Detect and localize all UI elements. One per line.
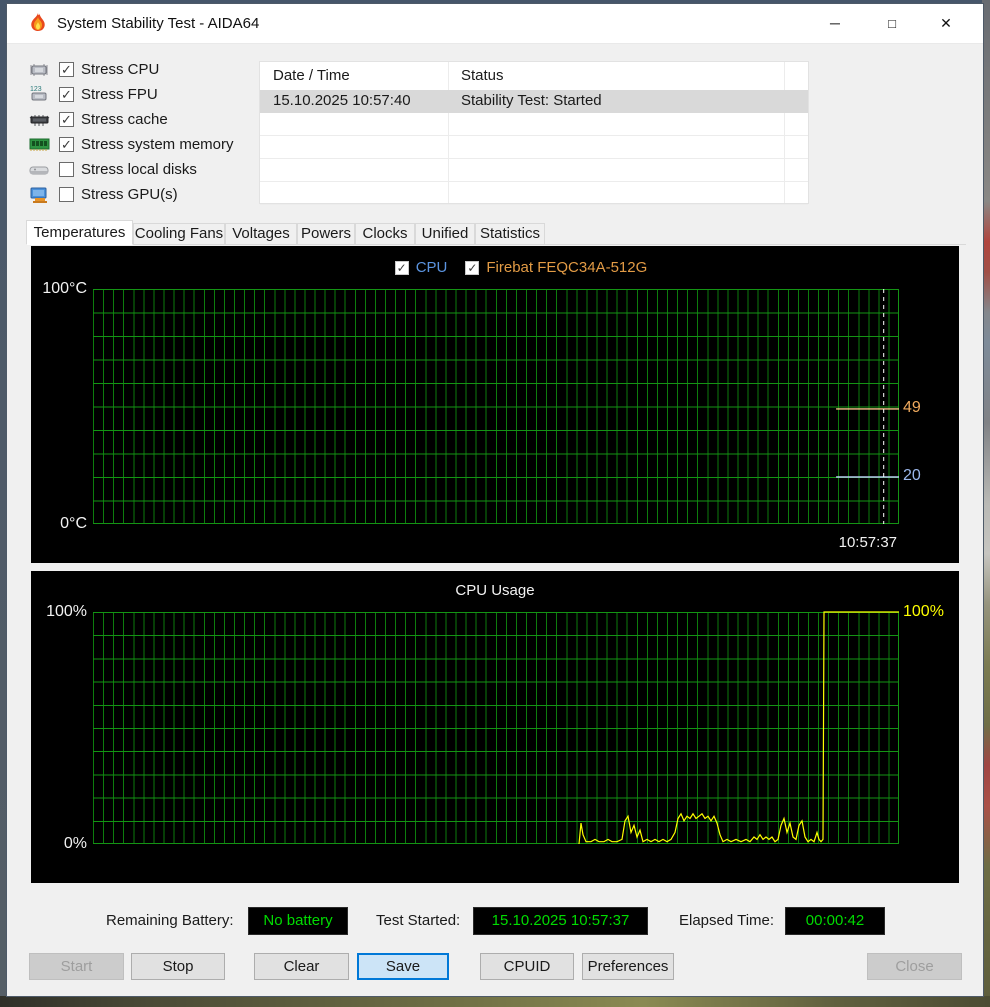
elapsed-time-label: Elapsed Time:	[679, 912, 775, 929]
chart-legend: CPU Firebat FEQC34A-512G	[31, 259, 959, 276]
current-time-label: 10:57:37	[838, 534, 897, 551]
maximize-icon[interactable]: □	[868, 4, 916, 43]
cpu-temp-value: 20	[903, 467, 921, 484]
usage-axis-max-label: 100%	[46, 603, 87, 620]
stress-option-label: Stress system memory	[81, 135, 234, 153]
stress-disks-checkbox[interactable]	[59, 161, 74, 177]
log-status-cell: Stability Test: Started	[461, 92, 602, 109]
tab-statistics[interactable]: Statistics	[475, 223, 545, 245]
stress-option-label: Stress FPU	[81, 85, 158, 103]
memory-module-icon	[29, 138, 50, 151]
stress-option-cpu: Stress CPU	[27, 58, 159, 80]
stop-button[interactable]: Stop	[131, 953, 225, 980]
column-header-datetime: Date / Time	[273, 67, 350, 84]
empty-table-row	[260, 182, 808, 205]
desktop-background: System Stability Test - AIDA64 ─ □ ✕ Str…	[0, 0, 990, 1007]
stress-option-disks: Stress local disks	[27, 158, 197, 180]
empty-table-row	[260, 159, 808, 182]
usage-chart-title: CPU Usage	[455, 582, 535, 599]
legend-label-cpu: CPU	[415, 259, 448, 276]
stress-option-fpu: 123 Stress FPU	[27, 83, 158, 105]
log-datetime-cell: 15.10.2025 10:57:40	[273, 92, 411, 109]
elapsed-time-value: 00:00:42	[785, 907, 885, 935]
close-icon[interactable]: ✕	[922, 4, 970, 43]
legend-cpu-checkbox[interactable]	[394, 260, 409, 275]
stress-cache-checkbox[interactable]	[59, 111, 74, 127]
svg-text:123: 123	[30, 86, 42, 93]
stress-option-memory: Stress system memory	[27, 133, 234, 155]
table-header: Date / Time Status	[260, 62, 808, 90]
stress-gpu-checkbox[interactable]	[59, 186, 74, 202]
cpu-usage-chart-panel: CPU Usage 100% 0% 100%	[31, 571, 959, 883]
tab-powers[interactable]: Powers	[297, 223, 355, 245]
titlebar: System Stability Test - AIDA64 ─ □ ✕	[7, 4, 983, 44]
desktop-wallpaper-bottom-strip	[0, 996, 990, 1007]
cpuid-button[interactable]: CPUID	[480, 953, 574, 980]
stress-fpu-checkbox[interactable]	[59, 86, 74, 102]
stress-option-label: Stress cache	[81, 110, 168, 128]
event-log-table: Date / Time Status 15.10.2025 10:57:40 S…	[259, 61, 809, 205]
cache-chip-icon	[29, 115, 50, 126]
temperature-series-lines	[836, 289, 899, 524]
stress-option-cache: Stress cache	[27, 108, 168, 130]
temp-axis-min-label: 0°C	[60, 515, 87, 532]
tab-voltages[interactable]: Voltages	[225, 223, 297, 245]
table-row[interactable]: 15.10.2025 10:57:40 Stability Test: Star…	[260, 90, 808, 113]
test-started-value: 15.10.2025 10:57:37	[473, 907, 648, 935]
tab-unified[interactable]: Unified	[415, 223, 475, 245]
column-header-status: Status	[461, 67, 504, 84]
stress-option-label: Stress CPU	[81, 60, 160, 78]
close-button: Close	[867, 953, 962, 980]
test-started-label: Test Started:	[376, 912, 461, 929]
temp-axis-max-label: 100°C	[42, 280, 87, 297]
legend-item-firebat: Firebat FEQC34A-512G	[465, 259, 647, 276]
preferences-button[interactable]: Preferences	[582, 953, 674, 980]
legend-label-firebat: Firebat FEQC34A-512G	[486, 259, 648, 276]
stress-cpu-checkbox[interactable]	[59, 61, 74, 77]
stress-memory-checkbox[interactable]	[59, 136, 74, 152]
fpu-chip-icon: 123	[30, 86, 47, 101]
usage-axis-min-label: 0%	[63, 835, 87, 852]
legend-item-cpu: CPU	[394, 259, 448, 276]
hard-disk-icon	[29, 166, 49, 175]
legend-firebat-checkbox[interactable]	[465, 260, 480, 275]
save-button[interactable]: Save	[357, 953, 449, 980]
stability-test-window: System Stability Test - AIDA64 ─ □ ✕ Str…	[6, 3, 984, 997]
minimize-icon[interactable]: ─	[811, 4, 859, 43]
gpu-card-icon	[30, 187, 47, 203]
tab-cooling-fans[interactable]: Cooling Fans	[133, 223, 225, 245]
firebat-temp-value: 49	[903, 399, 921, 416]
battery-status-value: No battery	[248, 907, 348, 935]
usage-series-line	[578, 611, 899, 845]
empty-table-row	[260, 136, 808, 159]
window-title: System Stability Test - AIDA64	[57, 15, 260, 32]
stress-option-gpu: Stress GPU(s)	[27, 183, 178, 205]
tab-clocks[interactable]: Clocks	[355, 223, 415, 245]
empty-table-row	[260, 113, 808, 136]
stress-option-label: Stress GPU(s)	[81, 185, 178, 203]
cpu-chip-icon	[30, 64, 48, 76]
aida64-flame-icon	[31, 13, 45, 31]
start-button: Start	[29, 953, 124, 980]
temperature-chart-panel: CPU Firebat FEQC34A-512G 100°C 0°C 49 20…	[31, 246, 959, 563]
clear-button[interactable]: Clear	[254, 953, 349, 980]
stress-option-label: Stress local disks	[81, 160, 197, 178]
battery-status-label: Remaining Battery:	[106, 912, 234, 929]
tab-temperatures[interactable]: Temperatures	[26, 220, 133, 245]
usage-current-value: 100%	[903, 603, 944, 620]
